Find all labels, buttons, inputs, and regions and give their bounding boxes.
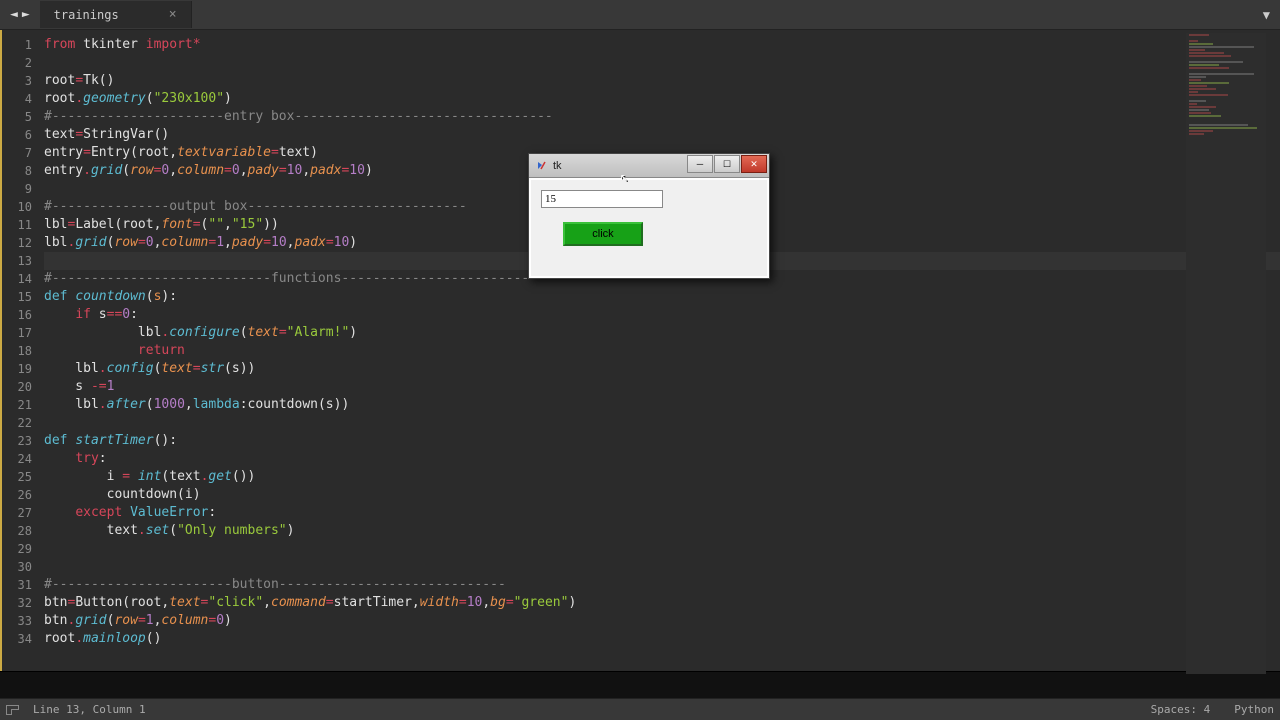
status-bar: Line 13, Column 1 Spaces: 4 Python	[0, 698, 1280, 720]
tab-trainings[interactable]: trainings ×	[40, 1, 192, 28]
language-mode[interactable]: Python	[1234, 703, 1274, 716]
tab-label: trainings	[54, 8, 119, 22]
line-gutter: 1234567891011121314151617181920212223242…	[0, 30, 44, 671]
nav-forward-icon[interactable]: ►	[20, 7, 32, 22]
editor: 1234567891011121314151617181920212223242…	[0, 30, 1280, 671]
tk-titlebar[interactable]: tk ─ ☐ ✕	[529, 154, 769, 178]
panel-icon[interactable]	[6, 705, 19, 715]
close-icon[interactable]: ×	[169, 7, 177, 22]
console-bar[interactable]	[0, 671, 1280, 698]
timer-entry[interactable]	[541, 190, 663, 208]
tk-window: tk ─ ☐ ✕ click	[528, 153, 770, 279]
tk-title: tk	[553, 160, 687, 172]
tk-body: click	[529, 178, 769, 278]
tab-bar: ◄ ► trainings × ▼	[0, 0, 1280, 30]
code-area[interactable]: from tkinter import* root=Tk()root.geome…	[44, 30, 1280, 671]
nav-back-icon[interactable]: ◄	[8, 7, 20, 22]
click-button[interactable]: click	[563, 222, 643, 246]
close-button[interactable]: ✕	[741, 155, 767, 173]
maximize-button[interactable]: ☐	[714, 155, 740, 173]
nav-arrows: ◄ ►	[0, 7, 40, 22]
tab-dropdown-icon[interactable]: ▼	[1263, 8, 1270, 22]
minimap[interactable]	[1186, 33, 1266, 674]
tk-app-icon	[535, 160, 547, 172]
indent-setting[interactable]: Spaces: 4	[1151, 703, 1211, 716]
minimize-button[interactable]: ─	[687, 155, 713, 173]
cursor-position: Line 13, Column 1	[33, 703, 146, 716]
